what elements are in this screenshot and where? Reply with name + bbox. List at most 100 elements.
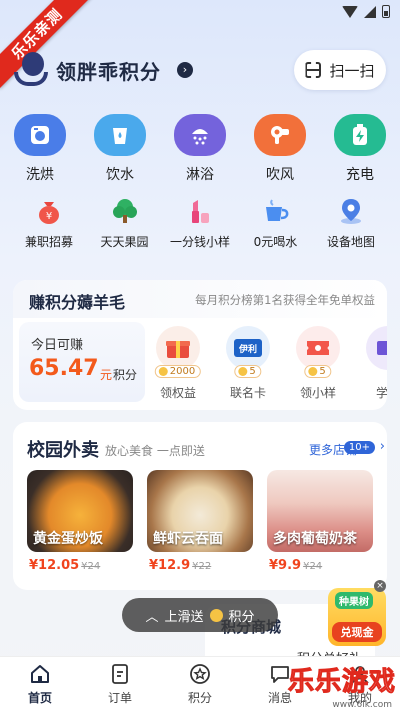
service-water[interactable]: 饮水 (94, 114, 146, 184)
map-pin-icon (335, 195, 367, 227)
reward-item[interactable]: 5 领小样 (289, 326, 347, 401)
reward-badge: 5 (234, 365, 262, 378)
takeout-card: 校园外卖 放心美食 一点即送 更多店铺 10+ › 黄金蛋炒饭 ¥12.05 ¥2… (13, 422, 387, 590)
tab-home[interactable]: 首页 (10, 657, 70, 712)
service-wash[interactable]: 洗烘 (14, 114, 66, 184)
feature-label: 一分钱小样 (169, 235, 230, 249)
battery-icon (382, 5, 390, 18)
takeout-subtitle: 放心美食 一点即送 (105, 444, 205, 458)
points-title: 赚积分薅羊毛 (29, 293, 126, 312)
reward-item[interactable]: 伊利 5 联名卡 (219, 326, 277, 401)
service-row: 洗烘 饮水 淋浴 吹风 充电 (0, 114, 400, 184)
home-icon (31, 665, 49, 683)
coin-icon (308, 367, 318, 376)
page-title[interactable]: 领胖乖积分 (56, 56, 161, 85)
service-label: 淋浴 (186, 167, 214, 183)
scan-label: 扫一扫 (329, 61, 375, 80)
lipstick-icon (184, 195, 216, 227)
coin-icon (209, 608, 223, 622)
service-shower[interactable]: 淋浴 (174, 114, 226, 184)
today-unit: 元 (100, 368, 113, 382)
ad-top-label: 种果树 (335, 592, 373, 609)
reward-item[interactable]: 2000 领权益 (149, 326, 207, 401)
service-label: 饮水 (106, 167, 134, 183)
food-item[interactable]: 黄金蛋炒饭 ¥12.05 ¥24 (27, 470, 133, 573)
chevron-right-icon[interactable]: › (177, 62, 193, 78)
food-name: 黄金蛋炒饭 (33, 531, 103, 547)
reward-label: 领小样 (299, 386, 336, 400)
toast-text-points: 积分 (228, 609, 255, 625)
reward-item[interactable]: 学生 (359, 326, 387, 401)
feature-label: 天天果园 (100, 235, 149, 249)
feature-sample[interactable]: 一分钱小样 (169, 195, 231, 250)
food-name: 多肉葡萄奶茶 (273, 531, 357, 547)
wifi-icon (342, 5, 358, 18)
today-earn-box[interactable]: 今日可赚 65.47 元 积分 (19, 322, 145, 402)
chevron-right-icon[interactable]: › (380, 439, 385, 454)
today-value: 65.47 (29, 356, 99, 381)
food-image: 多肉葡萄奶茶 (267, 470, 373, 552)
swipe-up-toast[interactable]: ︿ 上滑送 积分 (122, 598, 278, 632)
points-subtitle[interactable]: 每月积分榜第1名获得全年免单权益 (195, 292, 375, 308)
service-charge[interactable]: 充电 (334, 114, 386, 184)
food-price: ¥9.9 ¥24 (269, 558, 323, 573)
feature-label: 0元喝水 (253, 235, 298, 249)
food-image: 鲜虾云吞面 (147, 470, 253, 552)
service-label: 充电 (346, 167, 374, 183)
tab-points[interactable]: 积分 (170, 657, 230, 712)
svg-text:¥: ¥ (46, 211, 52, 222)
feature-parttime[interactable]: ¥ 兼职招募 (18, 195, 80, 250)
tab-orders[interactable]: 订单 (90, 657, 150, 712)
tab-label: 首页 (27, 691, 52, 705)
watermark-brand: 乐乐游戏 (287, 667, 396, 698)
battery-charge-icon (334, 114, 386, 156)
tab-label: 积分 (187, 691, 212, 705)
chevron-up-icon: ︿ (145, 609, 159, 625)
feature-device-map[interactable]: 设备地图 (320, 195, 382, 250)
status-icons (342, 5, 390, 18)
food-name: 鲜虾云吞面 (153, 531, 223, 547)
close-icon[interactable]: × (374, 580, 386, 592)
ad-bottom-label: 兑现金 (332, 622, 382, 642)
today-unit-points: 积分 (113, 368, 138, 382)
service-label: 洗烘 (26, 167, 54, 183)
shower-icon (174, 114, 226, 156)
toast-text: 上滑送 (164, 609, 204, 625)
coin-icon (238, 367, 248, 376)
student-icon (366, 326, 387, 370)
fruit-tree-ad[interactable]: 种果树 兑现金 (328, 588, 386, 646)
coupon-icon: 5 (296, 326, 340, 378)
store-count-badge: 10+ (343, 441, 375, 454)
gift-icon: 2000 (154, 326, 202, 378)
reward-badge: 5 (304, 365, 332, 378)
hairdryer-icon (254, 114, 306, 156)
today-label: 今日可赚 (31, 338, 84, 353)
feature-row: ¥ 兼职招募 天天果园 一分钱小样 0元喝水 设备地图 (0, 195, 400, 250)
watermark-site: www.6lk.com (332, 700, 392, 710)
takeout-title: 校园外卖 (27, 440, 99, 461)
header: 领胖乖积分 › 扫一扫 (0, 50, 400, 100)
points-card: 赚积分薅羊毛 每月积分榜第1名获得全年免单权益 今日可赚 65.47 元 积分 … (13, 280, 387, 410)
feature-orchard[interactable]: 天天果园 (94, 195, 156, 250)
service-hairdryer[interactable]: 吹风 (254, 114, 306, 184)
food-price: ¥12.05 ¥24 (29, 558, 101, 573)
card-icon: 伊利 5 (226, 326, 270, 378)
cup-icon (260, 195, 292, 227)
feature-free-water[interactable]: 0元喝水 (245, 195, 307, 250)
reward-label: 领权益 (159, 386, 196, 400)
signal-icon (364, 5, 376, 18)
money-bag-icon: ¥ (33, 195, 65, 227)
scan-button[interactable]: 扫一扫 (294, 50, 386, 90)
food-item[interactable]: 多肉葡萄奶茶 ¥9.9 ¥24 (267, 470, 373, 573)
tab-label: 订单 (107, 691, 132, 705)
reward-label: 联名卡 (229, 386, 266, 400)
water-cup-icon (94, 114, 146, 156)
star-icon (190, 664, 210, 684)
food-item[interactable]: 鲜虾云吞面 ¥12.9 ¥22 (147, 470, 253, 573)
reward-badge: 2000 (154, 365, 202, 378)
service-label: 吹风 (266, 167, 294, 183)
reward-label: 学生 (375, 386, 387, 400)
floating-ad[interactable]: 种果树 兑现金 × (326, 580, 388, 646)
feature-label: 设备地图 (326, 235, 375, 249)
coin-icon (158, 367, 168, 376)
